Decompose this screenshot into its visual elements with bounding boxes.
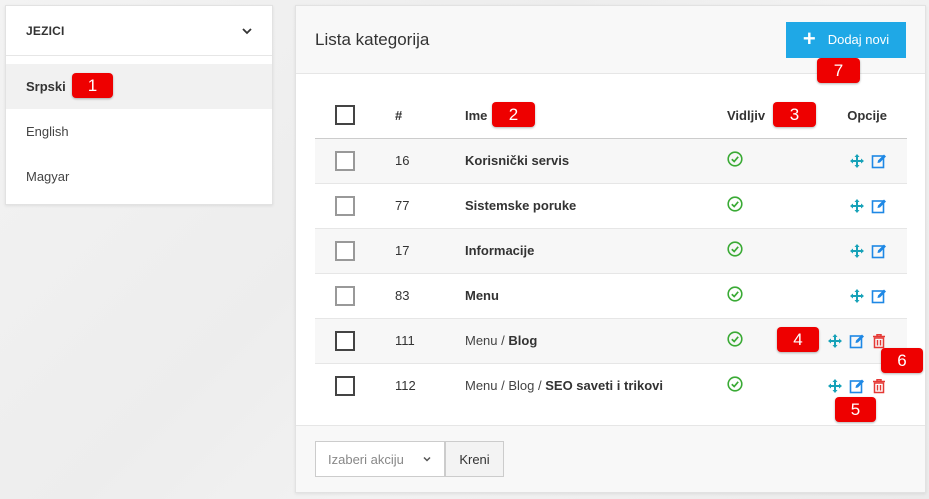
row-checkbox[interactable] — [335, 330, 355, 351]
check-circle-icon[interactable] — [727, 376, 743, 392]
language-item-magyar[interactable]: Magyar — [6, 154, 272, 199]
move-icon[interactable] — [849, 243, 865, 259]
row-id: 83 — [395, 288, 410, 303]
bulk-action-select[interactable]: Izaberi akciju — [315, 441, 445, 477]
check-circle-icon[interactable] — [727, 196, 743, 212]
row-name[interactable]: Blog — [508, 333, 537, 348]
languages-panel: JEZICI Srpski English Magyar — [5, 5, 273, 205]
trash-icon[interactable] — [871, 378, 887, 394]
languages-title: JEZICI — [26, 23, 65, 38]
row-name[interactable]: SEO saveti i trikovi — [545, 378, 663, 393]
language-label: Srpski — [26, 79, 66, 94]
trash-icon[interactable] — [871, 333, 887, 349]
language-label: English — [26, 124, 69, 139]
annotation-badge: 2 — [492, 102, 535, 127]
check-circle-icon[interactable] — [727, 151, 743, 167]
table-row: 17 Informacije — [315, 228, 907, 273]
languages-header[interactable]: JEZICI — [6, 6, 272, 56]
column-header-options: Opcije — [847, 107, 887, 123]
bulk-action-value: Izaberi akciju — [328, 451, 404, 467]
column-header-number: # — [395, 107, 403, 123]
language-item-english[interactable]: English — [6, 109, 272, 154]
select-all-checkbox[interactable] — [335, 105, 355, 126]
annotation-badge: 1 — [72, 73, 113, 98]
table-header-row: # Ime Vidljiv Opcije — [315, 93, 907, 138]
page-title: Lista kategorija — [315, 29, 430, 49]
annotation-badge: 5 — [835, 397, 876, 422]
language-label: Magyar — [26, 169, 70, 184]
chevron-down-icon[interactable] — [242, 26, 252, 36]
move-icon[interactable] — [827, 333, 843, 349]
table-row: 77 Sistemske poruke — [315, 183, 907, 228]
row-name[interactable]: Informacije — [465, 243, 534, 258]
edit-icon[interactable] — [871, 288, 887, 304]
chevron-down-icon — [423, 456, 431, 462]
annotation-badge: 6 — [881, 348, 923, 373]
row-id: 17 — [395, 243, 410, 258]
languages-list: Srpski English Magyar — [6, 56, 272, 199]
edit-icon[interactable] — [849, 378, 865, 394]
move-icon[interactable] — [849, 198, 865, 214]
edit-icon[interactable] — [849, 333, 865, 349]
check-circle-icon[interactable] — [727, 331, 743, 347]
check-circle-icon[interactable] — [727, 241, 743, 257]
row-id: 16 — [395, 153, 410, 168]
row-checkbox[interactable] — [335, 285, 355, 306]
row-name[interactable]: Menu — [465, 288, 499, 303]
table-row: 83 Menu — [315, 273, 907, 318]
add-new-label: Dodaj novi — [827, 32, 890, 47]
move-icon[interactable] — [849, 153, 865, 169]
move-icon[interactable] — [827, 378, 843, 394]
panel-footer: Izaberi akciju Kreni — [296, 425, 925, 492]
row-path: Menu / — [465, 333, 505, 348]
edit-icon[interactable] — [871, 243, 887, 259]
go-button[interactable]: Kreni — [445, 441, 504, 477]
edit-icon[interactable] — [871, 198, 887, 214]
row-checkbox[interactable] — [335, 375, 355, 396]
row-id: 112 — [395, 378, 416, 394]
row-checkbox[interactable] — [335, 240, 355, 261]
row-checkbox[interactable] — [335, 150, 355, 171]
move-icon[interactable] — [849, 288, 865, 304]
plus-icon: + — [802, 25, 816, 51]
check-circle-icon[interactable] — [727, 286, 743, 302]
categories-table: # Ime Vidljiv Opcije 16 Korisnički servi… — [315, 93, 907, 408]
annotation-badge: 7 — [817, 58, 860, 83]
annotation-badge: 4 — [777, 327, 819, 352]
annotation-badge: 3 — [773, 102, 816, 127]
row-checkbox[interactable] — [335, 195, 355, 216]
add-new-button[interactable]: + Dodaj novi — [786, 21, 906, 58]
row-path: Menu / Blog / — [465, 378, 542, 394]
row-name[interactable]: Sistemske poruke — [465, 198, 576, 213]
row-id: 111 — [395, 333, 415, 348]
table-row: 112 Menu / Blog / SEO saveti i trikovi — [315, 363, 907, 408]
row-name[interactable]: Korisnički servis — [465, 153, 569, 168]
edit-icon[interactable] — [871, 153, 887, 169]
row-id: 77 — [395, 198, 410, 213]
language-item-srpski[interactable]: Srpski — [6, 64, 272, 109]
table-row: 16 Korisnički servis — [315, 138, 907, 183]
